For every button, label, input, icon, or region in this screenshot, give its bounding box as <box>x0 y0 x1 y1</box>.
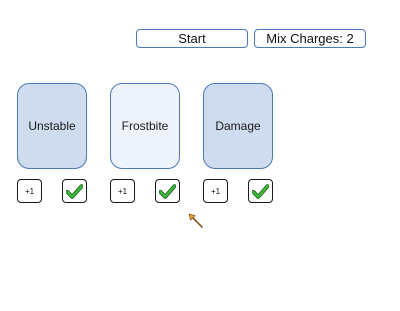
card-label: Unstable <box>28 119 76 133</box>
checkmark-icon <box>159 183 176 199</box>
game-stage: Start Mix Charges: 2 Unstable +1 Frostbi… <box>0 0 400 311</box>
card-unstable[interactable]: Unstable <box>17 83 87 169</box>
checkmark-icon <box>252 183 269 199</box>
confirm-button[interactable] <box>248 179 273 203</box>
card-label: Damage <box>215 119 261 133</box>
card-damage[interactable]: Damage <box>203 83 273 169</box>
pointer-cursor-icon <box>188 213 203 228</box>
start-button[interactable]: Start <box>136 29 248 48</box>
checkmark-icon <box>66 183 83 199</box>
plus-one-button[interactable]: +1 <box>17 179 42 203</box>
card-frostbite[interactable]: Frostbite <box>110 83 180 169</box>
card-label: Frostbite <box>121 119 169 133</box>
plus-one-button[interactable]: +1 <box>203 179 228 203</box>
confirm-button[interactable] <box>62 179 87 203</box>
mix-charges-display: Mix Charges: 2 <box>254 29 366 48</box>
plus-one-button[interactable]: +1 <box>110 179 135 203</box>
confirm-button[interactable] <box>155 179 180 203</box>
